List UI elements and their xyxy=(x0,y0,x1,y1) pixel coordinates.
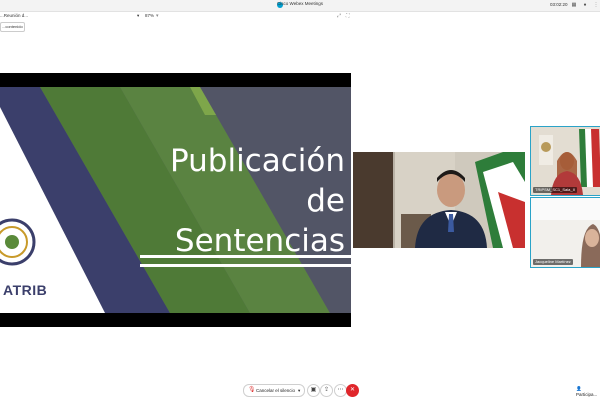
participant-2-video-frame xyxy=(531,198,600,267)
menu-icon[interactable]: ⋮ xyxy=(593,2,599,8)
meeting-info-bar: ...Reunión d... ▾ 87% ▾ ⤢ ⛶ xyxy=(0,12,600,22)
fullscreen-icon[interactable]: ⛶ xyxy=(346,13,350,19)
notification-icon[interactable]: ● xyxy=(582,2,588,8)
zoom-dropdown-icon[interactable]: ▾ xyxy=(156,13,159,19)
participant-video-1[interactable]: TRIPSM_SC1_Sala_II xyxy=(530,126,600,196)
chevron-down-icon[interactable]: ▾ xyxy=(137,13,139,19)
sharing-content-chip[interactable]: ...contenido xyxy=(0,22,25,32)
close-icon: ✕ xyxy=(349,387,356,393)
chevron-down-icon[interactable]: ▾ xyxy=(298,385,300,396)
stop-video-button[interactable]: ▣ xyxy=(307,384,320,397)
meeting-clock: 03:02:20 xyxy=(550,2,568,7)
end-call-button[interactable]: ✕ xyxy=(346,384,359,397)
unmute-button[interactable]: 🎙 Cancelar el silencio ▾ xyxy=(243,384,305,397)
slide-logo-text: ATRIB xyxy=(3,282,48,298)
video-icon: ▣ xyxy=(310,387,317,393)
unmute-label: Cancelar el silencio xyxy=(256,388,296,393)
share-button[interactable]: ⇪ xyxy=(320,384,333,397)
title-bar: Cisco Webex Meetings 03:02:20 ▦ ● ⋮ xyxy=(0,0,600,12)
zoom-level[interactable]: 87% xyxy=(145,13,154,18)
shared-content-area: Publicación de Sentencias ATRIB xyxy=(0,73,351,327)
layout-icon[interactable]: ▦ xyxy=(571,2,577,8)
slide-title: Publicación de Sentencias xyxy=(135,141,345,261)
participant-video-2[interactable]: Jacqueline Martínez xyxy=(530,197,600,268)
participant-2-name: Jacqueline Martínez xyxy=(533,259,573,265)
share-icon: ⇪ xyxy=(323,387,330,393)
participant-1-name: TRIPSM_SC1_Sala_II xyxy=(533,187,577,193)
participants-icon: 👤 xyxy=(576,386,582,391)
presentation-slide: Publicación de Sentencias ATRIB xyxy=(0,87,351,313)
microphone-muted-icon: 🎙 xyxy=(248,387,256,393)
popout-icon[interactable]: ⤢ xyxy=(337,13,341,19)
active-speaker-video[interactable] xyxy=(353,152,525,248)
more-icon: ⋯ xyxy=(337,387,344,393)
slide-title-line-1: Publicación de xyxy=(169,143,345,219)
participants-button[interactable]: 👤 Participa... xyxy=(576,386,600,397)
participants-label: Participa... xyxy=(576,392,598,397)
webex-window: Cisco Webex Meetings 03:02:20 ▦ ● ⋮ ...R… xyxy=(0,0,600,400)
app-title: Cisco Webex Meetings xyxy=(277,1,323,6)
meeting-name[interactable]: ...Reunión d... xyxy=(0,13,28,18)
slide-title-line-2: Sentencias xyxy=(174,223,345,259)
participant-1-video-frame xyxy=(531,127,600,195)
speaker-video-frame xyxy=(353,152,525,248)
